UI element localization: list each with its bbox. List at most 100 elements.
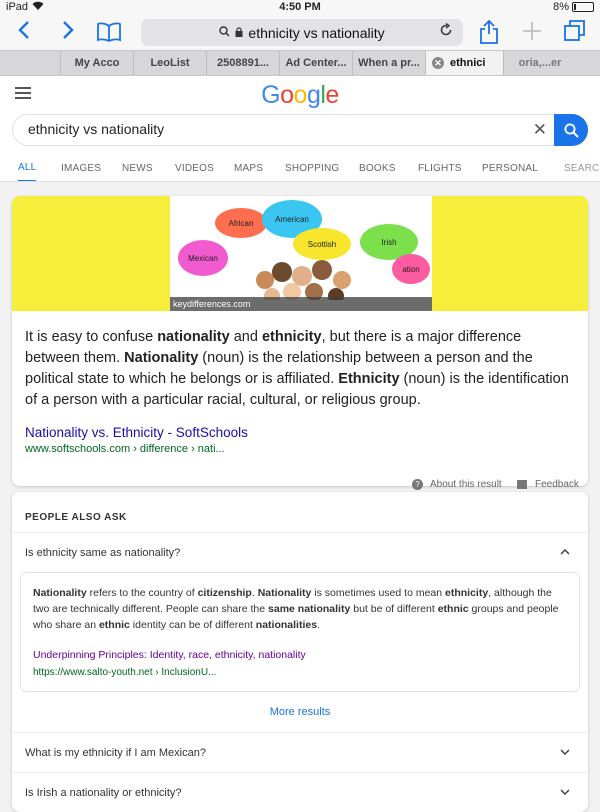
image-credit: keydifferences.com (170, 297, 432, 311)
more-results-link[interactable]: More results (12, 692, 588, 732)
status-time: 4:50 PM (279, 1, 321, 13)
search-input[interactable] (28, 121, 508, 137)
url-text: ethnicity vs nationality (248, 24, 385, 41)
feedback-icon (517, 480, 527, 489)
tab-maps[interactable]: MAPS (234, 154, 263, 181)
answer-part: refers to the country of (86, 587, 198, 599)
search-type-tabs: ALL IMAGES NEWS VIDEOS MAPS SHOPPING BOO… (0, 154, 600, 182)
featured-snippet-card: African American Mexican Scottish Irish … (12, 196, 588, 490)
chevron-left-icon (18, 21, 29, 39)
about-label: About this result (430, 479, 502, 490)
chevron-down-icon (560, 744, 570, 758)
google-header: Google (0, 76, 600, 112)
browser-tab[interactable]: LeoList (133, 51, 206, 75)
chevron-right-icon (63, 21, 74, 39)
search-button[interactable] (554, 114, 588, 146)
tab-search-more[interactable]: SEARC (564, 154, 599, 181)
paa-answer-panel: Nationality refers to the country of cit… (20, 572, 580, 692)
image-label: ation (392, 254, 430, 284)
answer-bold: ethnic (98, 619, 130, 631)
tabs-icon (564, 20, 585, 41)
search-box: ✕ (12, 114, 588, 146)
people-also-ask-card: PEOPLE ALSO ASK Is ethnicity same as nat… (12, 492, 588, 812)
battery-icon (572, 2, 594, 12)
book-icon (97, 22, 121, 43)
status-bar: iPad 4:50 PM 8% (0, 0, 600, 16)
tab-images[interactable]: IMAGES (61, 154, 101, 181)
address-bar[interactable]: ethnicity vs nationality (141, 19, 463, 46)
tab-personal[interactable]: PERSONAL (482, 154, 538, 181)
tab-all[interactable]: ALL (18, 154, 37, 181)
chevron-down-icon (560, 784, 570, 798)
answer-bold: nationalities (255, 619, 318, 631)
paa-question-collapsed[interactable]: What is my ethnicity if I am Mexican? (12, 732, 588, 772)
browser-tab-strip: My Acco LeoList 2508891... Ad Center... … (0, 50, 600, 76)
image-label: African (215, 208, 267, 238)
answer-bold: Nationality (257, 587, 312, 599)
browser-nav-bar: ethnicity vs nationality (0, 16, 600, 50)
lock-icon (235, 25, 243, 40)
clear-icon[interactable]: ✕ (533, 120, 547, 140)
answer-part: identity can be of different (129, 619, 256, 631)
close-tab-icon[interactable]: ✕ (432, 57, 444, 69)
answer-bold: same nationality (268, 603, 351, 615)
snippet-bold: nationality (157, 329, 230, 345)
snippet-bold: Nationality (124, 350, 199, 366)
google-logo[interactable]: Google (0, 81, 600, 110)
browser-tab[interactable]: Ad Center... (279, 51, 352, 75)
logo-letter: o (280, 81, 294, 109)
snippet-part: and (229, 329, 262, 345)
tab-videos[interactable]: VIDEOS (175, 154, 214, 181)
tabs-overview-button[interactable] (564, 20, 586, 48)
back-button[interactable] (18, 20, 30, 46)
answer-bold: Nationality (33, 587, 87, 599)
logo-letter: g (306, 81, 321, 109)
plus-icon (523, 22, 541, 40)
search-icon (219, 25, 230, 40)
logo-letter: e (325, 81, 339, 109)
feedback-label: Feedback (535, 479, 579, 490)
answer-part: is sometimes used to mean (311, 587, 446, 599)
search-icon (563, 122, 579, 138)
share-button[interactable] (480, 19, 498, 50)
battery-percent: 8% (553, 1, 569, 13)
new-tab-button[interactable] (522, 21, 542, 47)
share-icon (480, 19, 498, 44)
browser-tab[interactable]: oria,...er (503, 51, 576, 75)
tab-flights[interactable]: FLIGHTS (418, 154, 462, 181)
tab-books[interactable]: BOOKS (359, 154, 396, 181)
browser-tab[interactable]: 2508891... (206, 51, 279, 75)
logo-letter: o (293, 81, 308, 109)
paa-answer-text: Nationality refers to the country of cit… (33, 585, 567, 633)
reload-icon[interactable] (439, 22, 453, 41)
forward-button[interactable] (62, 20, 74, 46)
browser-tab-active[interactable]: ✕ ethnici (425, 51, 503, 75)
featured-image-banner: African American Mexican Scottish Irish … (12, 196, 588, 311)
bookmarks-button[interactable] (97, 22, 121, 48)
snippet-bold: ethnicity (261, 329, 322, 345)
answer-bold: citizenship (197, 587, 252, 599)
source-url[interactable]: www.softschools.com › difference › nati.… (25, 443, 575, 455)
source-title-link[interactable]: Nationality vs. Ethnicity - SoftSchools (25, 425, 575, 440)
paa-heading: PEOPLE ALSO ASK (25, 512, 127, 523)
featured-image[interactable]: African American Mexican Scottish Irish … (170, 196, 432, 311)
browser-tab[interactable]: When a pr... (352, 51, 425, 75)
answer-part: but be of different (350, 603, 438, 615)
snippet-part: It is easy to confuse (25, 329, 158, 345)
chevron-up-icon (560, 544, 570, 558)
image-label: Mexican (178, 240, 228, 276)
tab-news[interactable]: NEWS (122, 154, 153, 181)
about-result-button[interactable]: ? About this result (412, 479, 502, 490)
paa-question-collapsed[interactable]: Is Irish a nationality or ethnicity? (12, 772, 588, 812)
tab-shopping[interactable]: SHOPPING (285, 154, 339, 181)
logo-letter: G (261, 81, 281, 109)
feedback-button[interactable]: Feedback (517, 479, 579, 490)
paa-question-expanded[interactable]: Is ethnicity same as nationality? (12, 532, 588, 572)
snippet-text: It is easy to confuse nationality and et… (12, 311, 588, 411)
paa-question: Is ethnicity same as nationality? (25, 547, 181, 559)
browser-tab[interactable]: My Acco (60, 51, 133, 75)
answer-source-link[interactable]: Underpinning Principles: Identity, race,… (33, 647, 567, 663)
answer-source-url[interactable]: https://www.salto-youth.net › InclusionU… (33, 665, 567, 681)
status-right: 8% (553, 1, 594, 13)
answer-bold: ethnicity (445, 587, 489, 599)
